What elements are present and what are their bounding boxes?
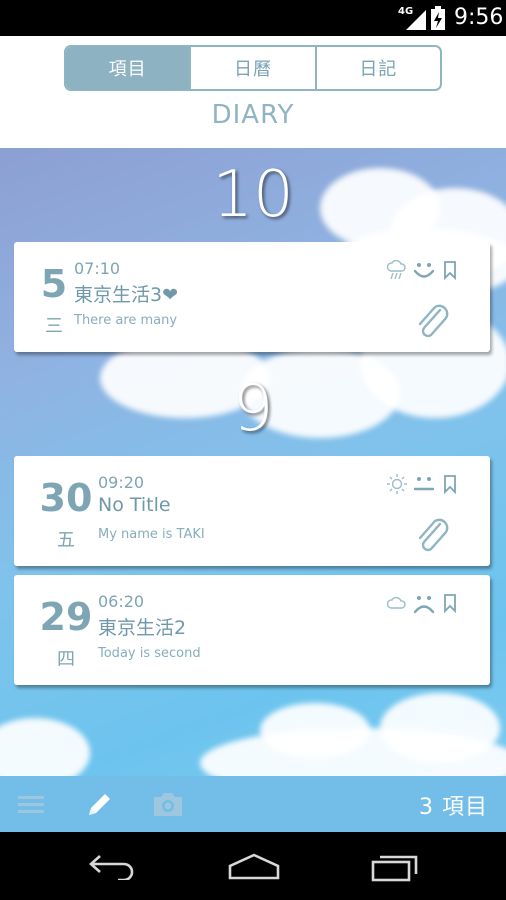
diary-entry-card[interactable]: 30 五 09:20 No Title My name is TAKI [14,456,490,566]
entry-preview: My name is TAKI [98,527,205,542]
entry-title: No Title [98,494,171,516]
month-header: 10 [212,158,294,232]
bookmark-icon[interactable] [440,474,460,494]
bottom-toolbar: 3 項目 [0,776,506,832]
recent-apps-icon[interactable] [370,852,420,882]
entry-day: 29 [39,595,93,639]
cloud-decoration [380,693,500,763]
cloud-icon [386,596,406,609]
entry-day: 5 [40,262,68,306]
tab-diary[interactable]: 日記 [314,47,440,89]
signal-icon [406,10,426,30]
entry-title: 東京生活3❤ [74,284,179,306]
entry-icons [386,472,460,496]
cloud-decoration [260,703,370,758]
entry-weekday: 三 [45,316,63,337]
view-switcher: 項目 日曆 日記 [64,45,442,91]
entry-preview: There are many [74,313,178,328]
bookmark-icon[interactable] [440,593,460,613]
entry-count: 3 項目 [419,795,488,820]
battery-icon [431,6,445,30]
tab-calendar[interactable]: 日曆 [189,47,314,89]
diary-entry-card[interactable]: 5 三 07:10 東京生活3❤ There are many [14,242,490,352]
bookmark-icon[interactable] [440,260,460,280]
attachment-icon [418,304,449,338]
menu-icon[interactable] [18,794,44,814]
page-title: DIARY [211,100,295,130]
entry-title: 東京生活2 [98,617,187,639]
status-bar: 4G 9:56 [0,0,506,36]
entry-time: 07:10 [74,259,121,278]
entry-icons [386,591,460,615]
entry-icons [386,258,460,282]
sun-icon [387,474,407,494]
happy-face-icon [413,263,435,278]
pencil-icon[interactable] [86,790,114,818]
entry-day: 30 [39,476,93,520]
system-navigation-bar [0,832,506,900]
tab-items[interactable]: 項目 [66,47,190,89]
entry-time: 09:20 [98,473,145,492]
rain-icon [386,259,406,280]
header: 項目 日曆 日記 DIARY [0,36,506,148]
camera-icon[interactable] [152,790,184,818]
entry-weekday: 五 [57,530,75,551]
clock: 9:56 [454,5,504,30]
back-icon[interactable] [88,852,138,880]
entry-preview: Today is second [98,646,201,661]
cloud-decoration [0,718,90,776]
neutral-face-icon [413,477,435,491]
attachment-icon [418,518,449,552]
entry-weekday: 四 [57,649,75,670]
diary-entry-card[interactable]: 29 四 06:20 東京生活2 Today is second [14,575,490,685]
home-icon[interactable] [227,852,281,880]
month-header: 9 [232,372,274,446]
entry-list[interactable]: 10 5 三 07:10 東京生活3❤ There are many 9 30 … [0,148,506,776]
entry-time: 06:20 [98,592,145,611]
sad-face-icon [413,596,435,614]
